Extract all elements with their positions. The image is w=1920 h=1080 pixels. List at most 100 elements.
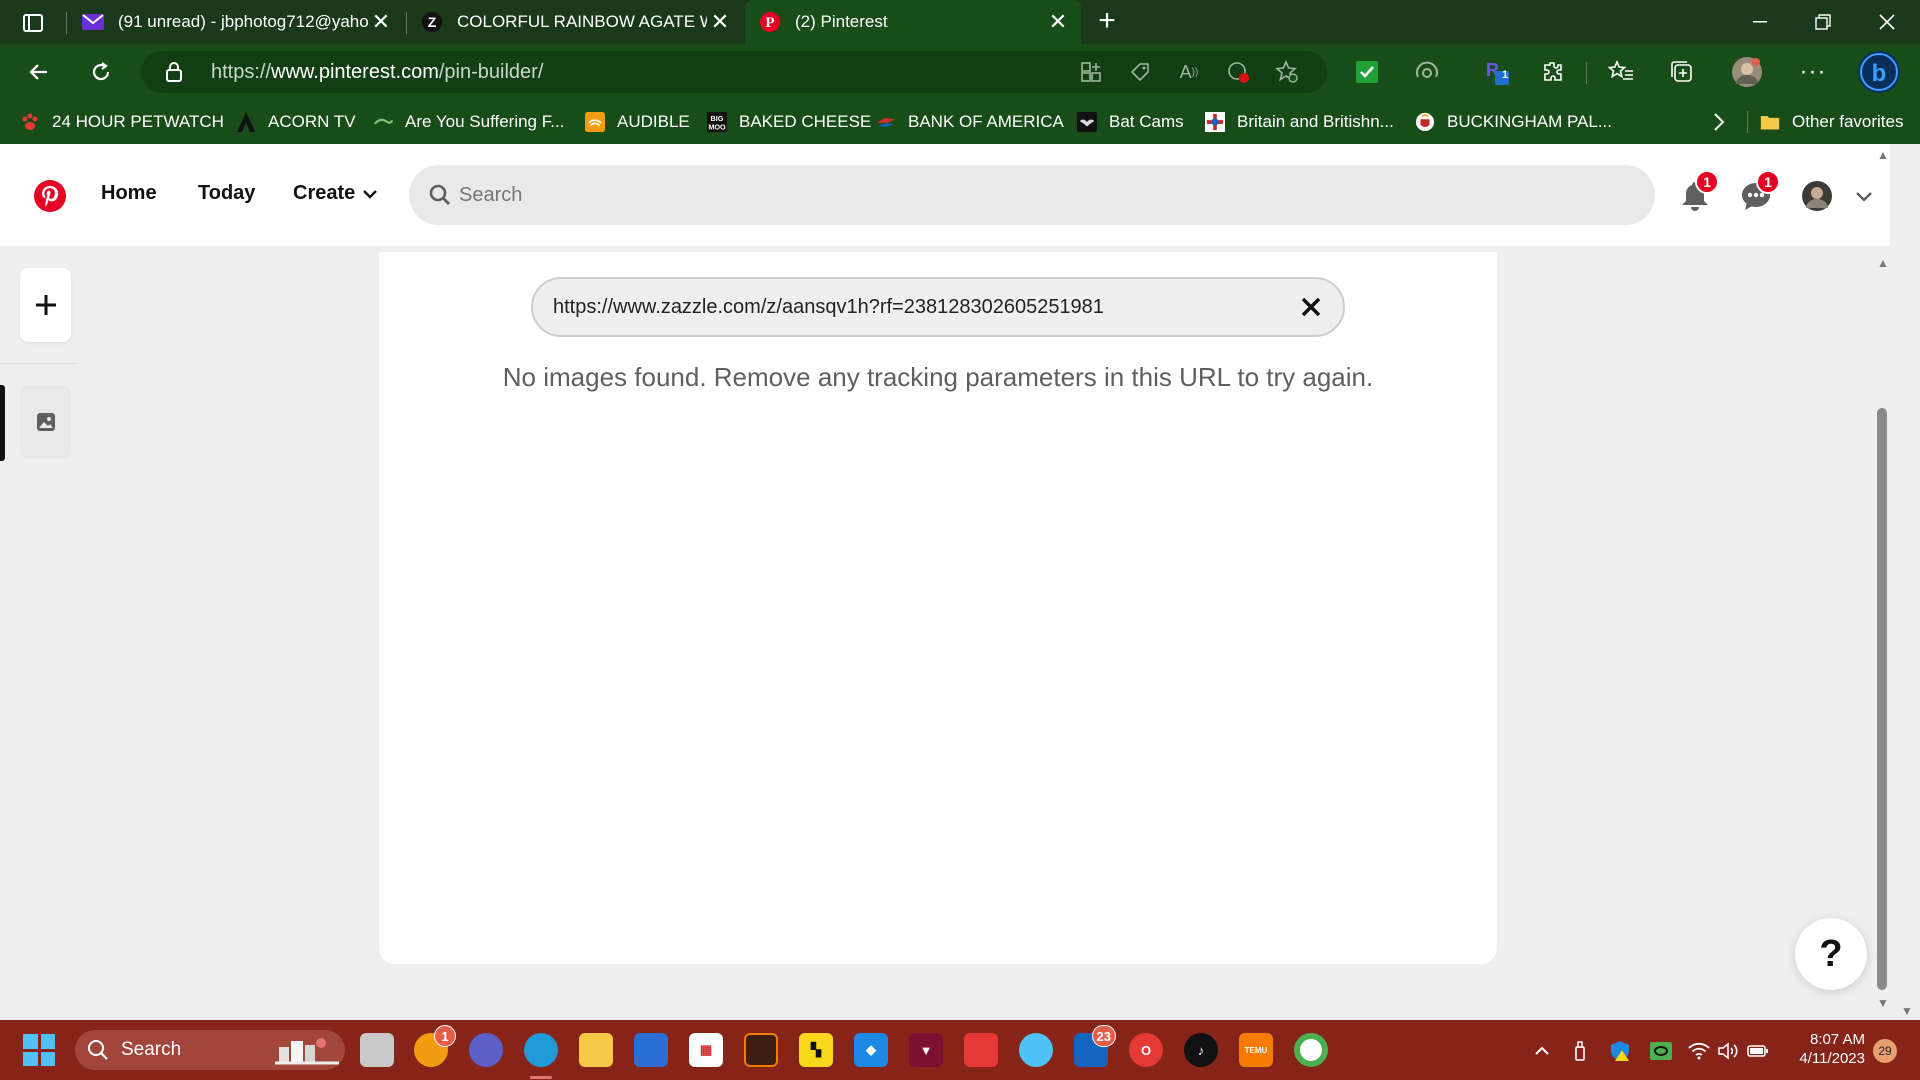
lock-icon[interactable] <box>165 61 183 88</box>
teams-chat-icon[interactable] <box>469 1033 503 1067</box>
shopping-tag-icon[interactable] <box>1127 59 1153 85</box>
help-button[interactable]: ? <box>1795 918 1867 990</box>
notifications-button[interactable]: 1 <box>1673 170 1719 218</box>
usb-device-icon[interactable] <box>1567 1038 1593 1064</box>
clear-url-button[interactable] <box>1295 291 1327 323</box>
bing-icon: b <box>1858 51 1900 93</box>
windows-start-button[interactable] <box>23 1034 55 1066</box>
app-yellow-icon[interactable]: ▚ <box>799 1033 833 1067</box>
tab-close-icon[interactable]: ✕ <box>1045 9 1071 35</box>
minimize-button[interactable] <box>1730 0 1790 44</box>
volume-icon[interactable] <box>1715 1038 1741 1064</box>
favorite-bat-cams[interactable]: Bat Cams <box>1077 100 1184 144</box>
microsoft-store-icon[interactable]: ▦ <box>689 1033 723 1067</box>
tab-actions-menu-button[interactable] <box>20 10 46 36</box>
bing-chat-button[interactable]: b <box>1857 50 1901 94</box>
favorite-are-you-suffering[interactable]: Are You Suffering F... <box>373 100 564 144</box>
new-tab-button[interactable]: + <box>1093 6 1121 36</box>
favorites-icon[interactable] <box>1605 56 1637 88</box>
notification-center-badge[interactable]: 29 <box>1873 1039 1897 1063</box>
profile-extension-button[interactable]: R 1 <box>1480 56 1512 88</box>
refresh-button[interactable] <box>83 54 119 90</box>
favorite-bank-of-america[interactable]: BANK OF AMERICA <box>876 100 1064 144</box>
draft-pin-thumbnail[interactable] <box>20 385 71 459</box>
address-url[interactable]: https://www.pinterest.com/pin-builder/ <box>211 61 543 84</box>
other-favorites-folder[interactable]: Other favorites <box>1760 100 1904 144</box>
outer-scroll-up-arrow[interactable]: ▲ <box>1876 148 1890 162</box>
favorite-24-hour-petwatch[interactable]: 24 HOUR PETWATCH <box>20 100 224 144</box>
nvidia-icon[interactable] <box>1648 1038 1674 1064</box>
temu-icon[interactable]: TEMU <box>1239 1033 1273 1067</box>
website-url-field[interactable] <box>531 277 1345 337</box>
photos-icon[interactable] <box>964 1033 998 1067</box>
profile-avatar[interactable] <box>1731 56 1763 88</box>
collections-icon[interactable] <box>1666 56 1698 88</box>
nav-home[interactable]: Home <box>101 182 157 205</box>
tiktok-icon[interactable]: ♪ <box>1184 1033 1218 1067</box>
extensions-icon[interactable] <box>1537 56 1569 88</box>
scroll-up-arrow[interactable]: ▲ <box>1876 256 1890 270</box>
taskbar-search-box[interactable]: Search <box>75 1030 345 1070</box>
tracking-prevention-icon[interactable] <box>1225 59 1251 85</box>
messages-button[interactable]: 1 <box>1734 170 1780 218</box>
page-scrollbar-thumb[interactable] <box>1877 408 1887 990</box>
show-hidden-icons-chevron[interactable] <box>1529 1038 1555 1064</box>
tab-close-icon[interactable]: ✕ <box>368 9 394 35</box>
wifi-icon[interactable] <box>1686 1038 1712 1064</box>
restore-button[interactable] <box>1793 0 1853 44</box>
opera-icon[interactable]: O <box>1129 1033 1163 1067</box>
defender-warning-icon[interactable] <box>1607 1038 1633 1064</box>
battery-icon[interactable] <box>1745 1038 1771 1064</box>
tab-close-icon[interactable]: ✕ <box>707 9 733 35</box>
close-icon <box>1879 14 1895 30</box>
paint-icon[interactable] <box>1019 1033 1053 1067</box>
outer-scroll-down-arrow[interactable]: ▼ <box>1900 1004 1914 1018</box>
back-button[interactable] <box>21 54 57 90</box>
refresh-icon <box>92 62 110 81</box>
add-favorite-icon[interactable] <box>1274 59 1300 85</box>
britain-icon <box>1205 112 1225 132</box>
account-menu-chevron[interactable] <box>1842 174 1886 218</box>
settings-more-icon[interactable]: ··· <box>1797 56 1829 88</box>
checkmark-extension-icon[interactable] <box>1351 56 1383 88</box>
nav-today[interactable]: Today <box>198 182 255 205</box>
file-explorer-icon[interactable] <box>579 1033 613 1067</box>
website-url-input[interactable] <box>553 279 1273 335</box>
dropbox-icon[interactable]: ◆ <box>854 1033 888 1067</box>
browser-essentials-icon[interactable] <box>1411 56 1443 88</box>
address-bar[interactable]: https://www.pinterest.com/pin-builder/ A… <box>141 51 1327 93</box>
mail-badge: 23 <box>1091 1025 1116 1047</box>
create-pin-plus-button[interactable] <box>20 268 71 342</box>
nav-create-dropdown[interactable]: Create <box>293 182 378 205</box>
tab-pinterest[interactable]: P (2) Pinterest ✕ <box>745 0 1081 44</box>
favorite-buckingham-palace[interactable]: BUCKINGHAM PAL... <box>1415 100 1612 144</box>
app-orange-icon[interactable]: 1 <box>414 1025 456 1067</box>
mail-app-icon[interactable]: 23 <box>1074 1025 1116 1067</box>
rail-active-indicator <box>0 385 5 461</box>
favorite-audible[interactable]: AUDIBLE <box>585 100 690 144</box>
pinterest-search-bar[interactable] <box>409 165 1655 225</box>
bing-app-icon[interactable] <box>634 1033 668 1067</box>
chevron-down-icon <box>1856 192 1872 201</box>
favorite-acorn-tv[interactable]: ACORN TV <box>236 100 356 144</box>
close-window-button[interactable] <box>1857 0 1917 44</box>
svg-text:Z: Z <box>428 14 437 30</box>
edge-browser-icon[interactable] <box>524 1033 558 1067</box>
url-path: /pin-builder/ <box>438 61 544 83</box>
favorite-britain-and-britishness[interactable]: Britain and Britishn... <box>1205 100 1394 144</box>
favorites-overflow-chevron[interactable] <box>1712 100 1726 144</box>
tab-zazzle[interactable]: Z COLORFUL RAINBOW AGATE WI ✕ <box>407 0 743 44</box>
pinterest-logo-icon[interactable] <box>33 179 67 213</box>
favorite-baked-cheese[interactable]: BIG MOO BAKED CHEESE <box>707 100 871 144</box>
system-clock[interactable]: 8:07 AM 4/11/2023 <box>1785 1030 1865 1068</box>
app-gem-icon[interactable]: ▼ <box>909 1033 943 1067</box>
scroll-down-arrow[interactable]: ▼ <box>1876 996 1890 1010</box>
search-input[interactable] <box>459 165 1609 225</box>
tab-yahoo-mail[interactable]: (91 unread) - jbphotog712@yahoo ✕ <box>68 0 404 44</box>
app-available-icon[interactable] <box>1078 59 1104 85</box>
pinterest-profile-avatar[interactable] <box>1795 174 1839 218</box>
task-view-icon[interactable] <box>360 1033 394 1067</box>
chrome-icon[interactable] <box>1294 1033 1328 1067</box>
read-aloud-icon[interactable]: A)) <box>1176 59 1202 85</box>
app-hex-icon[interactable] <box>744 1033 778 1067</box>
